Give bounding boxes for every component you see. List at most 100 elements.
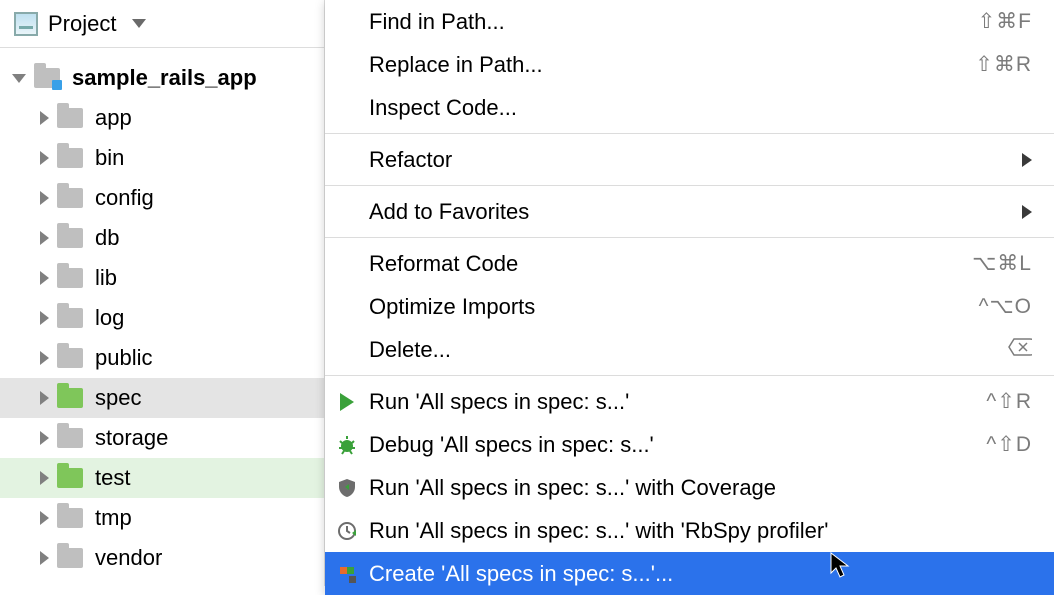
menu-find-in-path[interactable]: Find in Path... ⇧⌘F [325,0,1054,43]
tree-item-label: tmp [95,505,132,531]
tree-item-label: spec [95,385,141,411]
menu-debug[interactable]: Debug 'All specs in spec: s...' ^⇧D [325,423,1054,466]
menu-separator [325,133,1054,134]
menu-run-coverage[interactable]: Run 'All specs in spec: s...' with Cover… [325,466,1054,509]
menu-shortcut: ⇧⌘R [975,52,1032,77]
tree-item-label: app [95,105,132,131]
expand-arrow-icon[interactable] [40,231,49,245]
menu-separator [325,375,1054,376]
menu-shortcut: ^⇧D [986,432,1032,457]
run-icon [335,390,359,414]
coverage-icon [335,476,359,500]
folder-icon [57,188,83,208]
expand-arrow-icon[interactable] [40,551,49,565]
project-toolbar[interactable]: Project [0,0,324,48]
tree-item-public[interactable]: public [0,338,324,378]
menu-run-profiler[interactable]: Run 'All specs in spec: s...' with 'RbSp… [325,509,1054,552]
menu-separator [325,185,1054,186]
menu-item-label: Run 'All specs in spec: s...' with Cover… [369,475,1032,501]
folder-icon [57,268,83,288]
expand-arrow-icon[interactable] [40,471,49,485]
expand-arrow-icon[interactable] [40,391,49,405]
expand-arrow-icon[interactable] [40,431,49,445]
submenu-arrow-icon [1022,205,1032,219]
tree-root-label: sample_rails_app [72,65,257,91]
project-view-icon [14,12,38,36]
menu-shortcut: ⇧⌘F [978,9,1032,34]
tree-item-label: public [95,345,152,371]
expand-arrow-icon[interactable] [40,111,49,125]
folder-icon [57,308,83,328]
profiler-icon [335,519,359,543]
menu-shortcut: ^⌥O [979,294,1032,319]
project-toolbar-label: Project [48,11,116,37]
tree-item-app[interactable]: app [0,98,324,138]
tree-item-label: bin [95,145,124,171]
tree-item-label: vendor [95,545,162,571]
folder-icon [57,428,83,448]
menu-reformat-code[interactable]: Reformat Code ⌥⌘L [325,242,1054,285]
tree-item-label: config [95,185,154,211]
expand-arrow-icon[interactable] [40,511,49,525]
expand-arrow-icon[interactable] [40,151,49,165]
menu-item-label: Reformat Code [369,251,972,277]
folder-icon [57,108,83,128]
menu-optimize-imports[interactable]: Optimize Imports ^⌥O [325,285,1054,328]
project-panel: Project sample_rails_app app bin config … [0,0,325,586]
debug-icon [335,433,359,457]
tree-item-storage[interactable]: storage [0,418,324,458]
folder-icon [57,388,83,408]
submenu-arrow-icon [1022,153,1032,167]
menu-item-label: Delete... [369,337,1008,363]
tree-item-label: test [95,465,130,491]
menu-inspect-code[interactable]: Inspect Code... [325,86,1054,129]
menu-shortcut: ^⇧R [986,389,1032,414]
project-dropdown-icon[interactable] [132,19,146,28]
folder-icon [57,348,83,368]
folder-icon [57,468,83,488]
folder-icon [57,508,83,528]
expand-arrow-icon[interactable] [12,74,26,83]
menu-add-to-favorites[interactable]: Add to Favorites [325,190,1054,233]
menu-item-label: Inspect Code... [369,95,1032,121]
folder-icon [57,228,83,248]
menu-refactor[interactable]: Refactor [325,138,1054,181]
folder-icon [57,548,83,568]
menu-item-label: Create 'All specs in spec: s...'... [369,561,1032,587]
menu-item-label: Optimize Imports [369,294,979,320]
tree-item-config[interactable]: config [0,178,324,218]
tree-item-db[interactable]: db [0,218,324,258]
delete-icon [1008,337,1032,363]
tree-root[interactable]: sample_rails_app [0,58,324,98]
folder-icon [57,148,83,168]
tree-item-label: lib [95,265,117,291]
tree-item-label: storage [95,425,168,451]
expand-arrow-icon[interactable] [40,311,49,325]
tree-item-test[interactable]: test [0,458,324,498]
tree-item-log[interactable]: log [0,298,324,338]
tree-item-spec[interactable]: spec [0,378,324,418]
tree-item-bin[interactable]: bin [0,138,324,178]
menu-shortcut: ⌥⌘L [972,251,1032,276]
expand-arrow-icon[interactable] [40,351,49,365]
expand-arrow-icon[interactable] [40,271,49,285]
folder-icon [34,68,60,88]
menu-run[interactable]: Run 'All specs in spec: s...' ^⇧R [325,380,1054,423]
context-menu: Find in Path... ⇧⌘F Replace in Path... ⇧… [325,0,1054,595]
menu-replace-in-path[interactable]: Replace in Path... ⇧⌘R [325,43,1054,86]
menu-item-label: Add to Favorites [369,199,1012,225]
tree-item-label: db [95,225,119,251]
menu-delete[interactable]: Delete... [325,328,1054,371]
tree-item-lib[interactable]: lib [0,258,324,298]
menu-separator [325,237,1054,238]
menu-item-label: Refactor [369,147,1012,173]
tree-item-vendor[interactable]: vendor [0,538,324,578]
menu-item-label: Run 'All specs in spec: s...' [369,389,986,415]
run-config-icon [335,562,359,586]
expand-arrow-icon[interactable] [40,191,49,205]
menu-item-label: Run 'All specs in spec: s...' with 'RbSp… [369,518,1032,544]
tree-item-tmp[interactable]: tmp [0,498,324,538]
menu-create-run-config[interactable]: Create 'All specs in spec: s...'... [325,552,1054,595]
menu-item-label: Find in Path... [369,9,978,35]
menu-item-label: Replace in Path... [369,52,975,78]
